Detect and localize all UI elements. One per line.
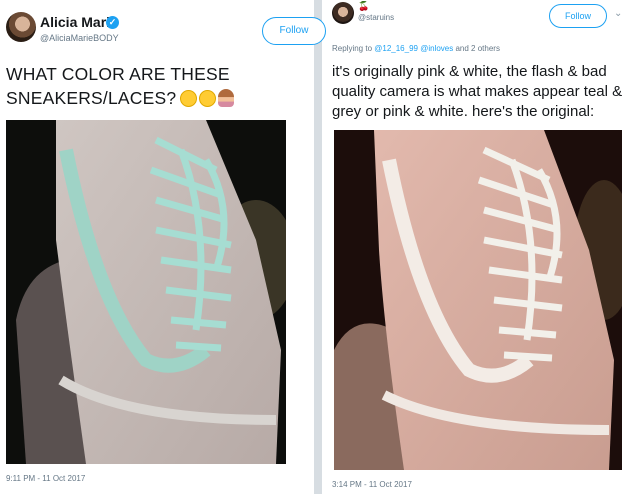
avatar[interactable] [332, 2, 354, 24]
tweet-timestamp[interactable]: 3:14 PM - 11 Oct 2017 [332, 480, 412, 489]
tweet-timestamp[interactable]: 9:11 PM - 11 Oct 2017 [6, 474, 85, 483]
display-name[interactable]: 🍒 [358, 1, 369, 12]
verified-badge-icon: ✓ [106, 16, 119, 29]
reply-handles-link[interactable]: @12_16_99 @inloves [374, 44, 453, 53]
sneaker-image [334, 130, 622, 470]
follow-button[interactable]: Follow [262, 17, 326, 45]
chevron-down-icon[interactable]: ⌄ [614, 8, 622, 19]
sneaker-image [6, 120, 286, 464]
reply-others[interactable]: and 2 others [455, 44, 499, 53]
reply-context: Replying to @12_16_99 @inloves and 2 oth… [332, 44, 500, 53]
grimacing-emoji-icon [199, 90, 217, 107]
tweet-text: WHAT COLOR ARE THESE SNEAKERS/LACES? [6, 62, 306, 113]
user-handle[interactable]: @staruins [358, 13, 394, 22]
avatar[interactable] [6, 12, 36, 42]
tweet-photo[interactable] [6, 120, 286, 464]
person-shrugging-emoji-icon [218, 89, 235, 107]
emoji-group [180, 89, 235, 113]
rofl-emoji-icon [180, 90, 198, 107]
reply-prefix: Replying to [332, 44, 373, 53]
tweet-photo[interactable] [334, 130, 622, 470]
tweet-text: it's originally pink & white, the flash … [332, 63, 623, 120]
follow-button[interactable]: Follow [549, 4, 607, 28]
panel-divider [314, 0, 322, 494]
user-handle[interactable]: @AliciaMarieBODY [40, 33, 119, 43]
